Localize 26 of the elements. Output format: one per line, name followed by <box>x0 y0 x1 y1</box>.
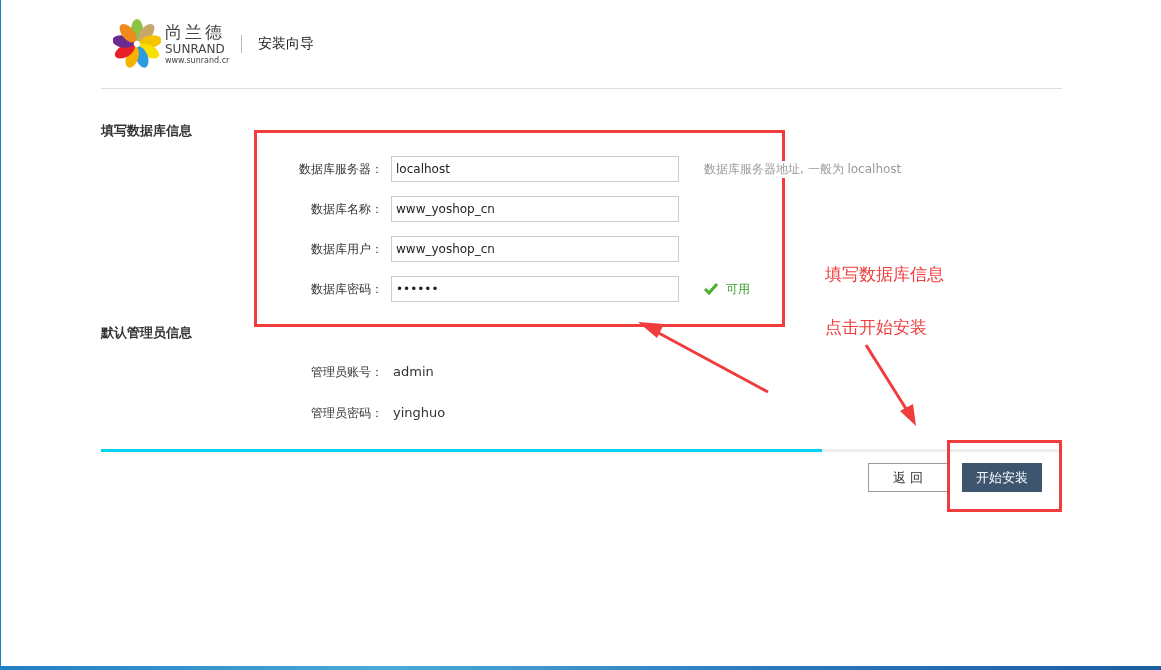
annotation-text: 点击开始安装 <box>825 316 927 339</box>
status-text: 可用 <box>726 280 750 298</box>
field-label: 管理员账号： <box>310 364 383 381</box>
hint-text: 数据库服务器地址, 一般为 localhost <box>704 160 902 178</box>
install-button[interactable]: 开始安装 <box>962 463 1042 492</box>
input-field[interactable]: •••••• <box>391 276 679 302</box>
input-field[interactable]: www_yoshop_cn <box>391 236 679 262</box>
section-title: 填写数据库信息 <box>101 122 192 138</box>
field-label: 数据库名称： <box>310 200 383 218</box>
brand-name: SUNRAND <box>165 42 226 55</box>
back-button[interactable]: 返 回 <box>868 463 948 492</box>
checkmark-icon <box>704 283 718 295</box>
section-title: 默认管理员信息 <box>101 324 192 340</box>
input-field[interactable]: www_yoshop_cn <box>391 196 679 222</box>
field-label: 管理员密码： <box>310 405 383 422</box>
input-field[interactable]: localhost <box>391 156 679 182</box>
page-title: 安装向导 <box>258 35 315 53</box>
field-label: 数据库用户： <box>310 240 383 258</box>
brand-name: 尚兰德 <box>165 23 226 41</box>
field-value: yinghuo <box>393 405 447 422</box>
flower-logo-icon <box>113 18 161 70</box>
field-label: 数据库服务器： <box>298 160 383 178</box>
field-label: 数据库密码： <box>310 280 383 298</box>
annotation-text: 填写数据库信息 <box>825 263 944 286</box>
field-value: admin <box>393 364 435 381</box>
brand-url: www.sunrand.cr <box>165 56 230 65</box>
